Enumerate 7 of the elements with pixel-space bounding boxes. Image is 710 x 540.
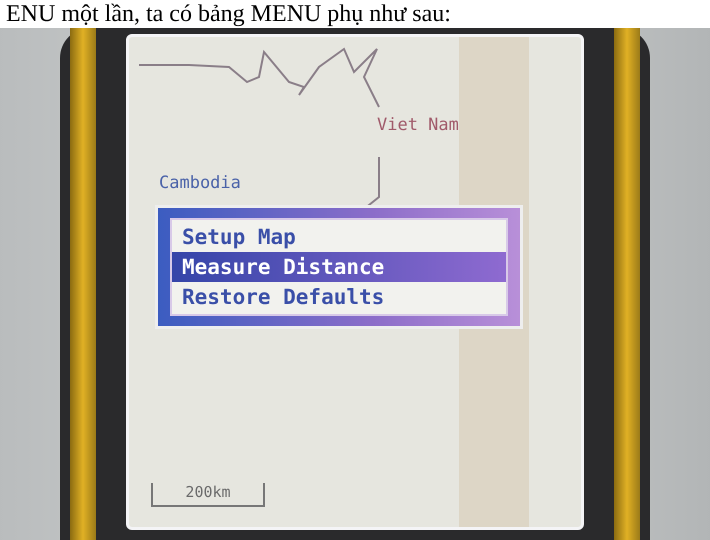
map-label: Cambodia [159, 173, 241, 193]
menu-item[interactable]: Restore Defaults [172, 282, 506, 312]
scale-label: 200km [185, 483, 231, 503]
map-label: Viet Nam [377, 115, 459, 135]
menu-item[interactable]: Setup Map [172, 222, 506, 252]
caption-text: ENU một lần, ta có bảng MENU phụ như sau: [5, 0, 452, 28]
menu-item[interactable]: Measure Distance [172, 252, 506, 282]
